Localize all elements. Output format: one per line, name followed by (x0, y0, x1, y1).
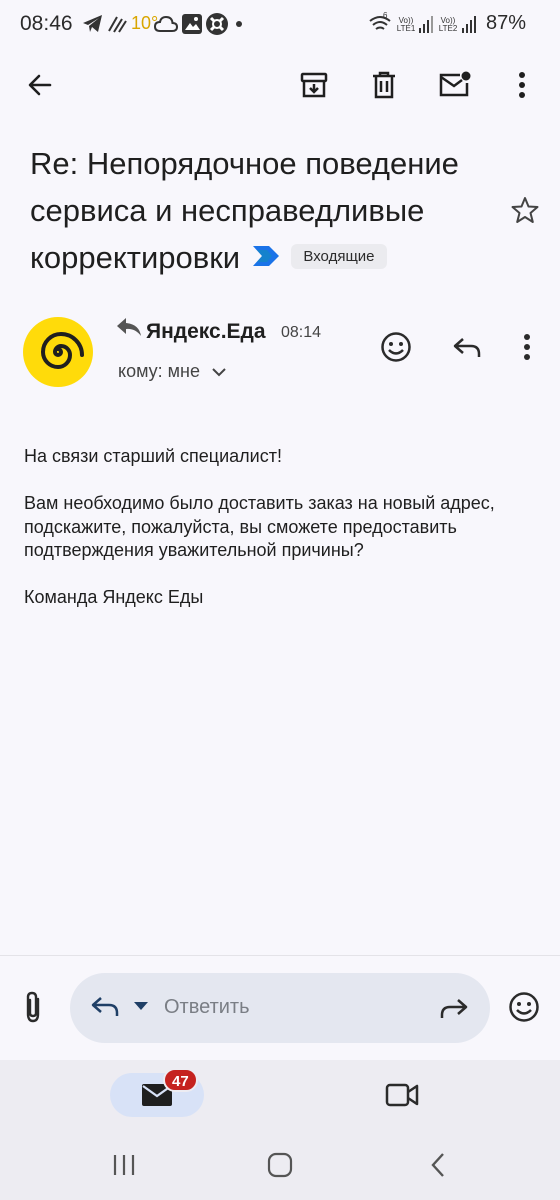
emoji-icon (380, 331, 412, 363)
paperclip-icon (23, 990, 43, 1024)
more-options-button[interactable] (498, 61, 546, 109)
wifi-icon (368, 14, 392, 34)
status-bar: 08:46 10° 6 Vo)) LTE1 Vo)) LTE2 87% (0, 0, 560, 50)
recipient-details-toggle[interactable]: кому: мне (118, 361, 226, 382)
recipient-text: кому: мне (118, 361, 200, 381)
chevron-left-icon (430, 1152, 446, 1178)
message-body: На связи старший специалист! Вам необход… (24, 445, 534, 633)
importance-marker-icon[interactable] (252, 245, 279, 266)
recent-apps-button[interactable] (100, 1141, 148, 1189)
mark-unread-button[interactable] (431, 61, 479, 109)
video-camera-icon (385, 1082, 419, 1108)
sim1-label: Vo)) LTE1 (396, 16, 416, 33)
reply-type-selector[interactable] (90, 994, 148, 1018)
emoji-icon (508, 991, 540, 1023)
sender-name[interactable]: Яндекс.Еда (146, 320, 266, 344)
trash-icon (370, 70, 398, 100)
chevron-down-icon (212, 367, 226, 377)
more-vert-icon (518, 71, 526, 99)
reply-button[interactable] (443, 323, 491, 371)
status-time: 08:46 (20, 12, 73, 35)
composer-emoji-button[interactable] (500, 983, 548, 1031)
more-vert-icon (523, 333, 531, 361)
reply-icon (90, 994, 120, 1018)
body-line-question: Вам необходимо было доставить заказ на н… (24, 493, 495, 560)
signal-1-icon (418, 14, 434, 34)
gallery-icon (181, 13, 203, 35)
recent-apps-icon (112, 1154, 136, 1176)
inbox-label-chip[interactable]: Входящие (291, 244, 387, 270)
reply-icon (452, 335, 482, 359)
reply-placeholder: Ответить (164, 996, 250, 1018)
forward-button[interactable] (430, 984, 478, 1032)
unread-count-badge: 47 (163, 1068, 198, 1092)
forward-icon (439, 996, 469, 1020)
bottom-navigation (0, 1060, 560, 1140)
sender-time: 08:14 (281, 324, 322, 341)
app-icon (205, 12, 229, 36)
back-nav-button[interactable] (414, 1141, 462, 1189)
archive-button[interactable] (290, 61, 338, 109)
star-button[interactable] (501, 186, 549, 234)
add-reaction-button[interactable] (372, 323, 420, 371)
wind-icon (107, 14, 129, 34)
nav-meet-tab[interactable] (378, 1071, 426, 1119)
email-subject: Re: Непорядочное поведение сервиса и нес… (30, 140, 500, 281)
battery-level: 87% (485, 12, 526, 34)
body-line-greeting: На связи старший специалист! (24, 446, 282, 466)
star-icon (510, 195, 540, 225)
arrow-left-icon (26, 71, 54, 99)
body-line-signature: Команда Яндекс Еды (24, 587, 204, 607)
wifi-label: 6 (383, 11, 388, 20)
cloud-icon (154, 15, 178, 33)
mail-unread-icon (438, 70, 472, 100)
message-more-button[interactable] (503, 323, 551, 371)
yandex-eda-logo-icon (23, 317, 93, 387)
telegram-icon (82, 14, 104, 34)
home-button[interactable] (256, 1141, 304, 1189)
caret-down-icon (134, 1002, 148, 1010)
sim2-label: Vo)) LTE2 (438, 16, 458, 33)
back-button[interactable] (16, 61, 64, 109)
home-icon (267, 1152, 293, 1178)
replied-icon (116, 316, 142, 338)
sender-avatar[interactable] (23, 317, 93, 387)
attach-button[interactable] (9, 983, 57, 1031)
divider (0, 955, 560, 956)
signal-2-icon (461, 14, 477, 34)
notification-dot (236, 21, 242, 27)
subject-text: Re: Непорядочное поведение сервиса и нес… (30, 146, 459, 275)
archive-icon (299, 70, 329, 100)
delete-button[interactable] (360, 61, 408, 109)
